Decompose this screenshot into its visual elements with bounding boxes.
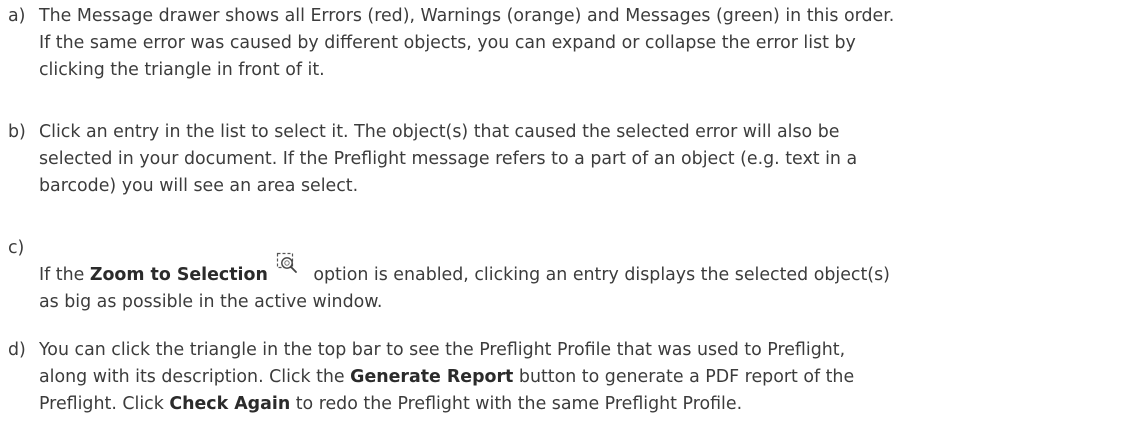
list-marker: d) [8,340,26,360]
text-run: button to generate a PDF report of the [513,367,855,387]
text-run: If the [39,265,90,285]
list-marker: c) [8,238,25,258]
paragraph-line: If the same error was caused by differen… [39,33,856,53]
paragraph-line: If the Zoom to Selection option is enabl… [39,252,890,289]
text-run: option is enabled, clicking an entry dis… [307,265,890,285]
paragraph-line: clicking the triangle in front of it. [39,60,325,80]
bold-term-generate-report: Generate Report [350,367,514,387]
paragraph-line: barcode) you will see an area select. [39,176,359,196]
paragraph-line: You can click the triangle in the top ba… [39,340,846,360]
paragraph-line: along with its description. Click the Ge… [39,364,854,391]
paragraph-line: The Message drawer shows all Errors (red… [39,6,895,26]
list-marker: a) [8,6,26,26]
bold-term-zoom-to-selection: Zoom to Selection [89,265,268,285]
bold-term-check-again: Check Again [169,394,291,414]
paragraph-line: Preflight. Click Check Again to redo the… [39,391,742,418]
text-run: Preflight. Click [39,394,170,414]
zoom-to-selection-icon [276,252,302,276]
paragraph-line: Click an entry in the list to select it.… [39,122,840,142]
paragraph-line: selected in your document. If the Prefli… [39,149,858,169]
list-marker: b) [8,122,26,142]
text-run: to redo the Preflight with the same Pref… [290,394,743,414]
paragraph-line: as big as possible in the active window. [39,292,383,312]
text-run: along with its description. Click the [39,367,351,387]
